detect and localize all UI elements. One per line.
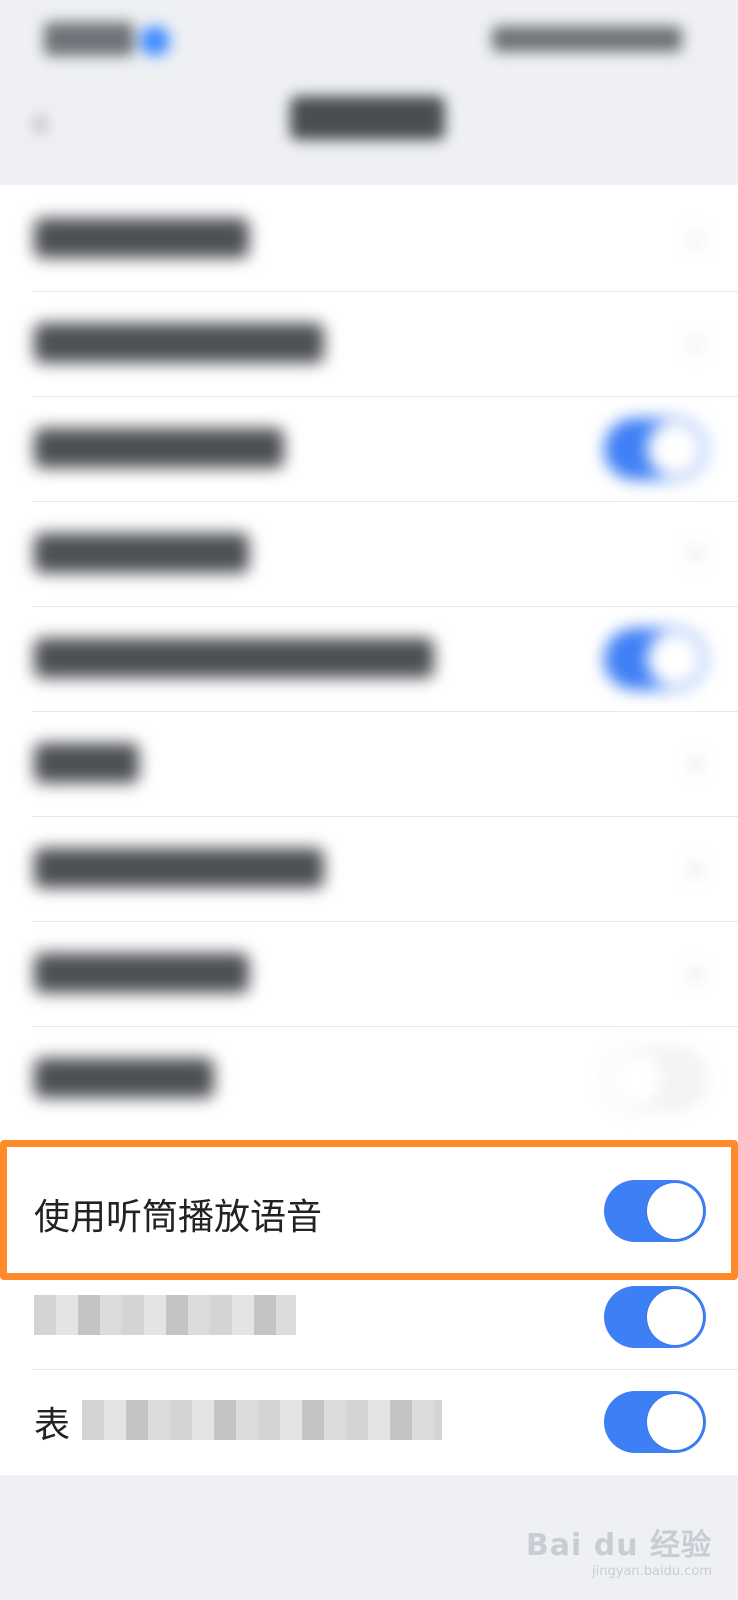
settings-list: › › › › › › 使用听筒播放语音 表 bbox=[0, 185, 738, 1475]
settings-row[interactable]: › bbox=[0, 500, 738, 607]
toggle-knob bbox=[647, 1183, 703, 1239]
chevron-right-icon: › bbox=[688, 740, 704, 786]
setting-label: 使用听筒播放语音 bbox=[34, 1197, 323, 1238]
status-bar bbox=[0, 0, 738, 80]
chevron-right-icon: › bbox=[688, 950, 704, 996]
status-icons bbox=[492, 26, 682, 52]
toggle-switch[interactable] bbox=[604, 1391, 706, 1453]
setting-label: 表 bbox=[34, 1405, 71, 1446]
status-indicator-icon bbox=[140, 26, 170, 56]
settings-row[interactable] bbox=[0, 605, 738, 712]
chevron-left-icon[interactable]: ‹ bbox=[32, 100, 48, 146]
settings-row[interactable]: › bbox=[0, 920, 738, 1027]
page-title bbox=[290, 96, 445, 140]
toggle-switch[interactable] bbox=[604, 1048, 706, 1110]
chevron-right-icon: › bbox=[688, 320, 704, 366]
pixelated-label bbox=[82, 1400, 442, 1440]
settings-row[interactable]: › bbox=[0, 185, 738, 292]
toggle-switch[interactable] bbox=[604, 628, 706, 690]
toggle-switch[interactable] bbox=[604, 1286, 706, 1348]
settings-row[interactable] bbox=[0, 1263, 738, 1370]
settings-row[interactable] bbox=[0, 395, 738, 502]
earpiece-voice-toggle[interactable] bbox=[604, 1180, 706, 1242]
settings-row[interactable]: › bbox=[0, 815, 738, 922]
baidu-watermark: Bai du 经验 jingyan.baidu.com bbox=[525, 1528, 712, 1579]
settings-row[interactable]: 表 bbox=[0, 1368, 738, 1475]
settings-row[interactable]: › bbox=[0, 710, 738, 817]
chevron-right-icon: › bbox=[688, 215, 704, 261]
status-time bbox=[44, 22, 134, 56]
settings-row-earpiece-voice[interactable]: 使用听筒播放语音 bbox=[0, 1140, 738, 1280]
settings-row[interactable] bbox=[0, 1025, 738, 1132]
chevron-right-icon: › bbox=[688, 845, 704, 891]
settings-row[interactable]: › bbox=[0, 290, 738, 397]
chevron-right-icon: › bbox=[688, 530, 704, 576]
toggle-switch[interactable] bbox=[604, 418, 706, 480]
nav-bar: ‹ bbox=[0, 80, 738, 185]
pixelated-label bbox=[34, 1295, 296, 1335]
